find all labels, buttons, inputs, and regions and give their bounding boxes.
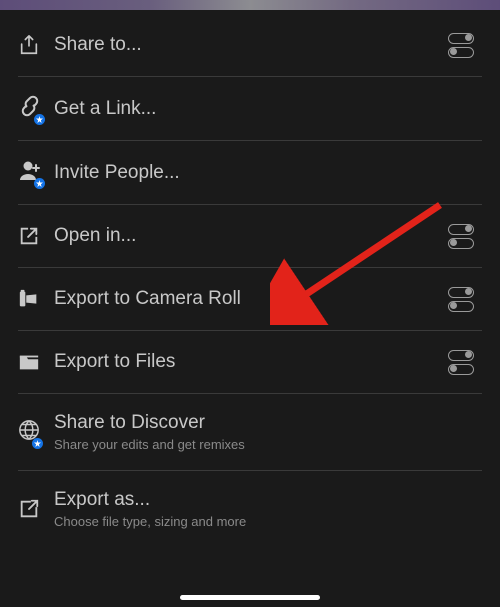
invite-people-row[interactable]: Invite People... xyxy=(0,141,500,204)
export-files-label: Export to Files xyxy=(54,351,448,373)
export-camera-roll-label: Export to Camera Roll xyxy=(54,288,448,310)
export-as-label: Export as... xyxy=(54,489,478,511)
link-icon xyxy=(18,95,54,122)
share-to-row[interactable]: Share to... xyxy=(0,14,500,76)
export-as-icon xyxy=(18,498,54,520)
open-in-options-icon[interactable] xyxy=(448,223,478,249)
get-link-label: Get a Link... xyxy=(54,98,478,120)
get-link-row[interactable]: Get a Link... xyxy=(0,77,500,140)
export-as-row[interactable]: Export as... Choose file type, sizing an… xyxy=(0,471,500,547)
export-camera-roll-row[interactable]: Export to Camera Roll xyxy=(0,268,500,330)
share-to-options-icon[interactable] xyxy=(448,32,478,58)
files-options-icon[interactable] xyxy=(448,349,478,375)
share-discover-subtext: Share your edits and get remixes xyxy=(54,437,478,452)
export-as-subtext: Choose file type, sizing and more xyxy=(54,514,478,529)
share-discover-row[interactable]: Share to Discover Share your edits and g… xyxy=(0,394,500,470)
background-photo-strip xyxy=(0,0,500,10)
camera-roll-options-icon[interactable] xyxy=(448,286,478,312)
home-indicator[interactable] xyxy=(180,595,320,600)
folder-icon xyxy=(18,353,54,371)
export-files-row[interactable]: Export to Files xyxy=(0,331,500,393)
share-icon xyxy=(18,34,54,56)
share-export-menu: Share to... Get a Link... xyxy=(0,10,500,547)
share-to-label: Share to... xyxy=(54,34,448,56)
open-in-row[interactable]: Open in... xyxy=(0,205,500,267)
share-discover-label: Share to Discover xyxy=(54,412,478,434)
camera-roll-icon xyxy=(18,289,54,309)
open-in-icon xyxy=(18,225,54,247)
invite-people-icon xyxy=(18,159,54,186)
open-in-label: Open in... xyxy=(54,225,448,247)
globe-icon xyxy=(18,419,54,446)
invite-people-label: Invite People... xyxy=(54,162,478,184)
